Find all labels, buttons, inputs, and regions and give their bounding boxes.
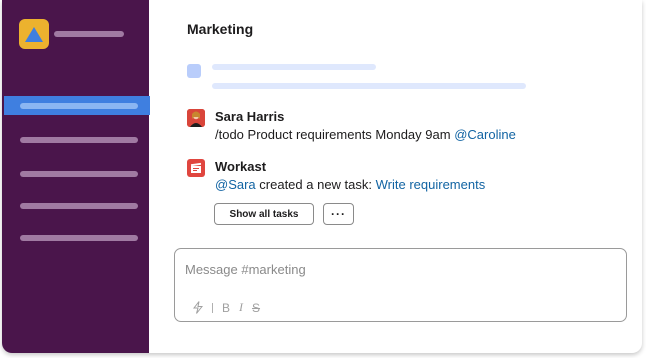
- lightning-icon[interactable]: [193, 301, 203, 314]
- sidebar-item[interactable]: [20, 137, 138, 143]
- workspace-logo-icon[interactable]: [19, 19, 49, 49]
- placeholder-line: [212, 64, 376, 70]
- task-link[interactable]: Write requirements: [376, 177, 486, 192]
- toolbar-divider: [212, 302, 213, 313]
- message-composer: B I S: [174, 248, 627, 322]
- message-text: /todo Product requirements Monday 9am @C…: [215, 127, 516, 143]
- sidebar-item[interactable]: [20, 235, 138, 241]
- sidebar-item[interactable]: [20, 203, 138, 209]
- message-text: @Sara created a new task: Write requirem…: [215, 177, 485, 193]
- message-author[interactable]: Sara Harris: [215, 109, 516, 124]
- bold-button[interactable]: B: [222, 301, 230, 315]
- workspace-name-placeholder[interactable]: [54, 31, 124, 37]
- main-pane: Marketing Sara Harris /todo Product requ…: [149, 0, 642, 353]
- avatar[interactable]: [187, 109, 205, 127]
- formatting-toolbar: B I S: [193, 300, 269, 315]
- sidebar: [2, 0, 150, 353]
- message-plain-text: created a new task:: [255, 177, 376, 192]
- app-window: Marketing Sara Harris /todo Product requ…: [2, 0, 642, 353]
- placeholder-avatar: [187, 64, 201, 78]
- placeholder-line: [212, 83, 526, 89]
- clapper-icon: [190, 162, 202, 173]
- more-actions-button[interactable]: ···: [323, 203, 354, 225]
- message-input[interactable]: [185, 259, 565, 279]
- mention-link[interactable]: @Sara: [215, 177, 256, 192]
- mention-link[interactable]: @Caroline: [454, 127, 516, 142]
- show-all-tasks-button[interactable]: Show all tasks: [214, 203, 314, 225]
- lightning-glyph-icon: [193, 301, 203, 314]
- sidebar-item-active[interactable]: [4, 96, 150, 115]
- sidebar-item-label-placeholder: [20, 103, 138, 109]
- channel-title: Marketing: [187, 21, 254, 37]
- todo-command-text: /todo Product requirements Monday 9am: [215, 127, 451, 142]
- italic-button[interactable]: I: [239, 300, 243, 315]
- message-author[interactable]: Workast: [215, 159, 485, 174]
- sidebar-item[interactable]: [20, 171, 138, 177]
- triangle-icon: [25, 26, 43, 42]
- message-body: Workast @Sara created a new task: Write …: [215, 159, 485, 193]
- user-photo-icon: [187, 109, 205, 127]
- workast-app-icon[interactable]: [187, 159, 205, 177]
- strikethrough-button[interactable]: S: [252, 301, 260, 315]
- message-body: Sara Harris /todo Product requirements M…: [215, 109, 516, 143]
